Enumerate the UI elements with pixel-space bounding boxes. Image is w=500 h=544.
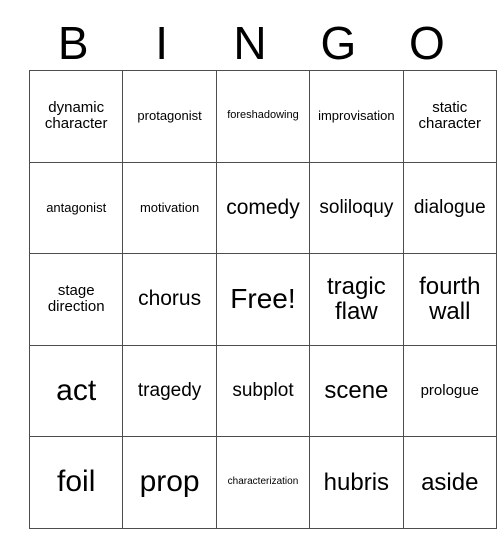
bingo-cell-label: scene <box>324 377 389 405</box>
bingo-cell-label: foil <box>57 465 96 499</box>
bingo-cell[interactable]: act <box>28 344 124 438</box>
bingo-cell[interactable]: foreshadowing <box>215 70 311 163</box>
bingo-cell-label: tragedy <box>137 379 202 401</box>
bingo-cell-label: motivation <box>139 199 200 215</box>
bingo-cell-label: static character <box>418 99 482 133</box>
bingo-cell-label: prologue <box>420 381 479 399</box>
bingo-cell[interactable]: antagonist <box>28 161 124 255</box>
bingo-cell-label: dialogue <box>413 196 486 218</box>
header-letter-o: O <box>408 17 445 69</box>
header-letter-g: G <box>320 17 357 69</box>
bingo-row: act tragedy subplot scene prologue <box>28 344 497 438</box>
bingo-cell[interactable]: comedy <box>215 161 311 255</box>
bingo-cell[interactable]: stage direction <box>28 253 124 346</box>
bingo-cell[interactable]: prop <box>122 436 217 529</box>
bingo-cell-label: fourth wall <box>419 272 481 326</box>
bingo-cell[interactable]: static character <box>402 70 497 163</box>
bingo-cell[interactable]: fourth wall <box>402 253 497 346</box>
bingo-row: antagonist motivation comedy soliloquy d… <box>28 161 497 255</box>
bingo-cell[interactable]: protagonist <box>122 70 217 163</box>
bingo-cell-label: dynamic character <box>44 99 108 133</box>
bingo-row: foil prop characterization hubris aside <box>28 436 497 529</box>
bingo-cell-label: chorus <box>138 287 202 311</box>
bingo-cell[interactable]: motivation <box>122 161 217 255</box>
bingo-cell-label: foreshadowing <box>227 109 299 122</box>
bingo-header: B I N G O <box>29 16 471 70</box>
header-letter-b: B <box>57 17 89 69</box>
bingo-cell-label: prop <box>139 465 200 499</box>
bingo-cell-label: hubris <box>323 468 390 496</box>
bingo-cell[interactable]: dynamic character <box>28 70 124 163</box>
bingo-row: stage direction chorus Free! tragic flaw… <box>28 253 497 346</box>
bingo-cell-free[interactable]: Free! <box>215 253 311 346</box>
bingo-cell-label: stage direction <box>47 282 105 316</box>
bingo-cell-label: improvisation <box>318 108 395 124</box>
bingo-cell[interactable]: tragedy <box>122 344 217 438</box>
bingo-cell[interactable]: characterization <box>215 436 311 529</box>
bingo-cell[interactable]: scene <box>309 344 404 438</box>
bingo-cell[interactable]: aside <box>402 436 497 529</box>
header-letter-n: N <box>233 17 267 69</box>
bingo-cell-label: soliloquy <box>319 196 394 218</box>
bingo-cell[interactable]: tragic flaw <box>309 253 404 346</box>
bingo-cell-label: comedy <box>226 195 300 219</box>
bingo-cell-label: antagonist <box>46 199 107 215</box>
bingo-cell[interactable]: improvisation <box>309 70 404 163</box>
bingo-cell[interactable]: chorus <box>122 253 217 346</box>
bingo-cell-label: subplot <box>232 379 294 401</box>
bingo-cell-label: act <box>56 373 97 407</box>
bingo-grid: dynamic character protagonist foreshadow… <box>28 70 497 529</box>
bingo-cell[interactable]: hubris <box>309 436 404 529</box>
bingo-cell-label: protagonist <box>137 108 202 124</box>
bingo-cell[interactable]: soliloquy <box>309 161 404 255</box>
header-letter-i: I <box>155 17 168 69</box>
free-space-label: Free! <box>230 283 296 315</box>
bingo-card: B I N G O dynamic character protagonist … <box>28 16 497 529</box>
bingo-cell[interactable]: subplot <box>215 344 311 438</box>
bingo-cell-label: aside <box>421 468 479 496</box>
bingo-cell-label: characterization <box>227 476 299 488</box>
bingo-cell[interactable]: prologue <box>402 344 497 438</box>
bingo-cell[interactable]: dialogue <box>402 161 497 255</box>
bingo-cell[interactable]: foil <box>28 436 124 529</box>
bingo-row: dynamic character protagonist foreshadow… <box>28 70 497 163</box>
bingo-cell-label: tragic flaw <box>327 272 386 326</box>
